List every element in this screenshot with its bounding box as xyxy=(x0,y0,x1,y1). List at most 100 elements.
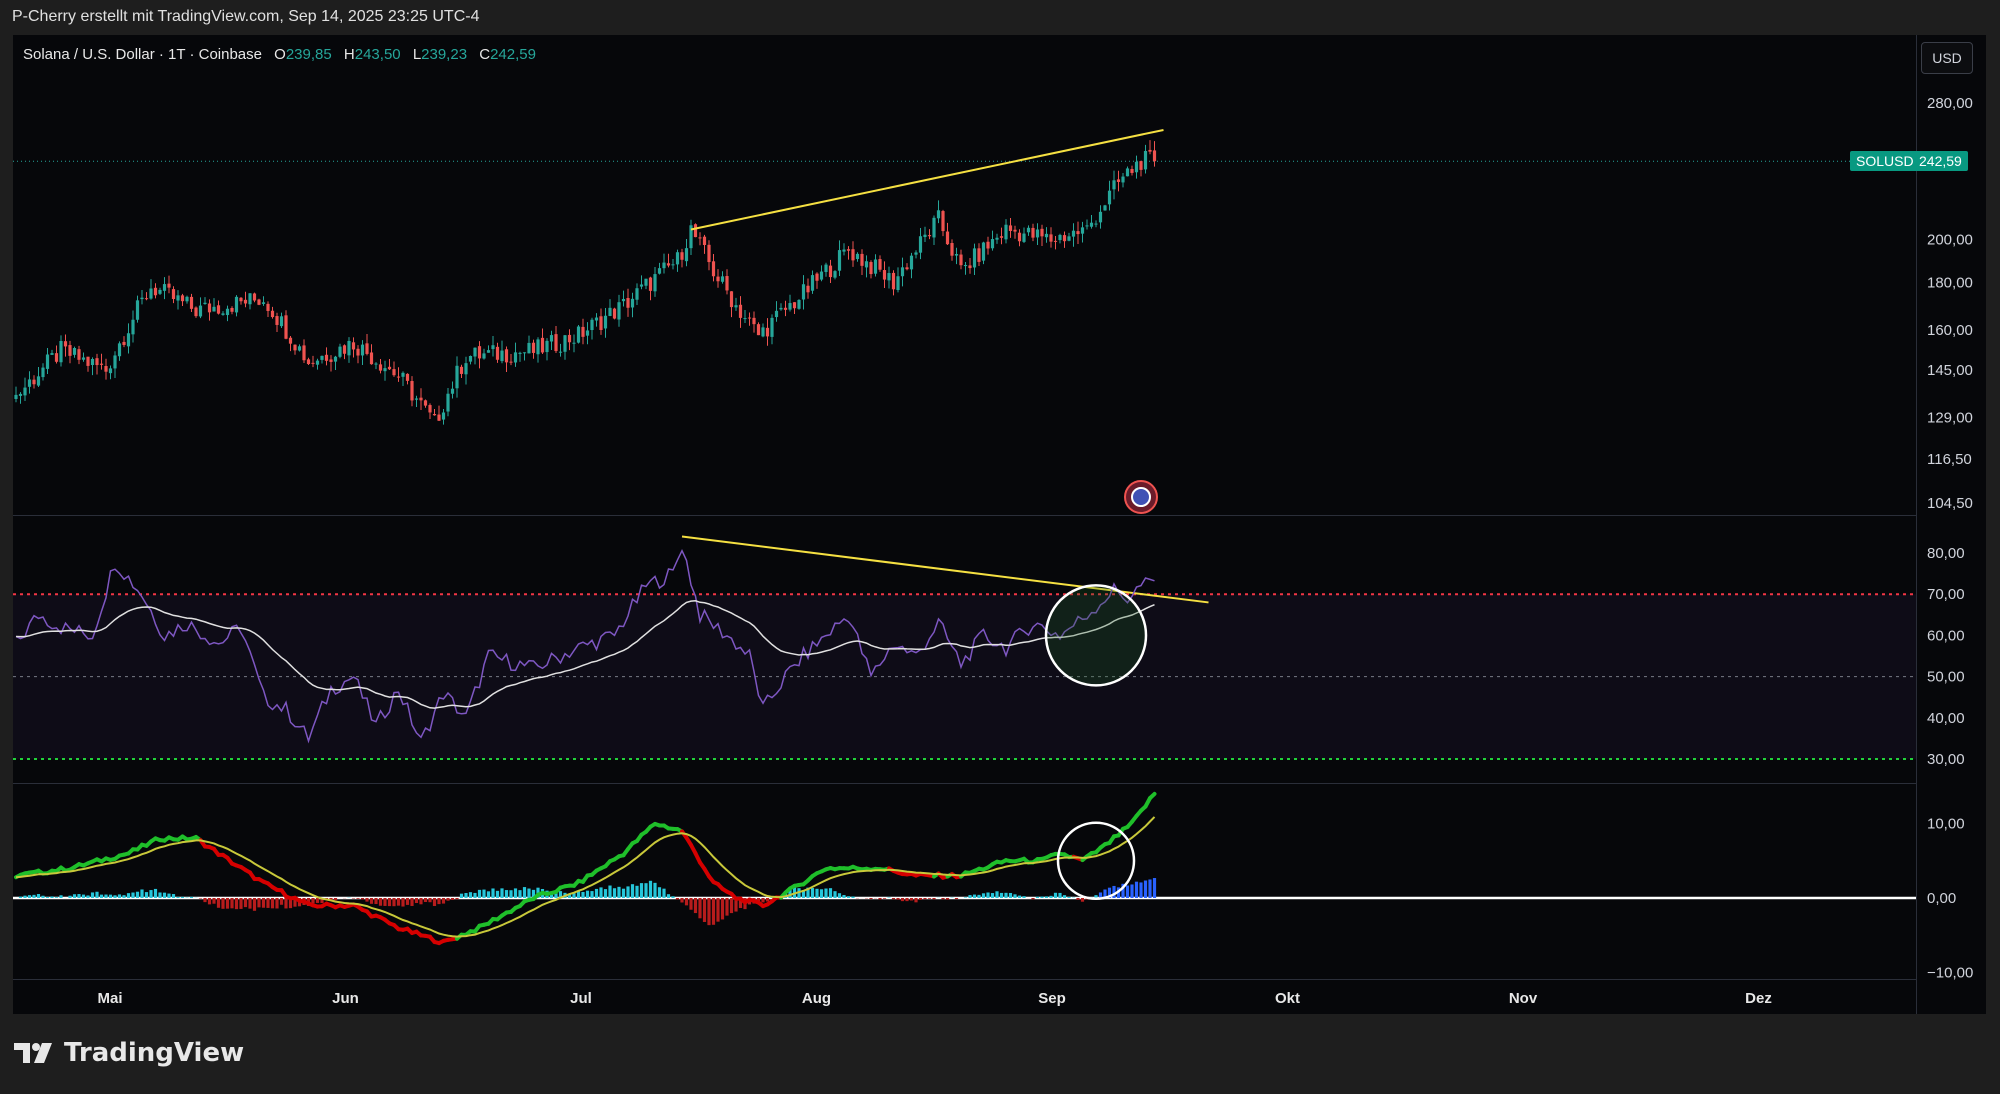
candle-body xyxy=(198,305,203,317)
price-axis-border xyxy=(1916,35,1917,1014)
histogram-bar xyxy=(428,898,432,903)
histogram-bar xyxy=(432,898,437,907)
histogram-bar xyxy=(387,898,392,907)
histogram-bar xyxy=(963,897,968,898)
candle-body xyxy=(527,342,531,354)
candle-body xyxy=(32,379,36,385)
candle-body xyxy=(608,307,612,316)
histogram-bar xyxy=(1148,879,1152,898)
candle-body xyxy=(347,340,351,356)
histogram-bar xyxy=(1139,882,1143,898)
histogram-bar xyxy=(275,898,279,909)
candle-body xyxy=(576,326,581,343)
candle-body xyxy=(657,268,662,274)
candle-body xyxy=(698,237,702,239)
candle-body xyxy=(941,211,945,232)
histogram-bar xyxy=(140,889,144,898)
time-axis-border xyxy=(13,979,1916,980)
candle-body xyxy=(500,350,504,362)
candle-body xyxy=(1148,149,1152,152)
histogram-bar xyxy=(725,898,729,916)
histogram-bar xyxy=(909,898,914,901)
candle-body xyxy=(666,263,671,266)
candle-body xyxy=(225,308,230,316)
candle-body xyxy=(1134,161,1139,173)
high-label: H xyxy=(343,46,355,63)
histogram-bar xyxy=(720,898,725,920)
candle-body xyxy=(117,343,122,357)
histogram-bar xyxy=(662,888,666,898)
candle-body xyxy=(842,249,846,252)
candle-body xyxy=(248,293,252,305)
candle-body xyxy=(1076,231,1080,235)
candle-body xyxy=(851,249,855,261)
candle-body xyxy=(410,381,414,401)
tradingview-logo[interactable]: TradingView xyxy=(14,1038,244,1068)
candle-body xyxy=(522,352,527,354)
histogram-bar xyxy=(846,896,851,898)
candle-body xyxy=(41,367,45,378)
candle-body xyxy=(1071,230,1076,237)
candle-body xyxy=(1085,225,1089,227)
candle-body xyxy=(1022,233,1026,242)
candle-body xyxy=(545,340,549,353)
histogram-bar xyxy=(473,892,477,898)
histogram-bar xyxy=(680,898,684,903)
candle-body xyxy=(864,261,869,268)
rsi-tick-label: 50,00 xyxy=(1927,669,1965,686)
histogram-bar xyxy=(36,894,41,898)
histogram-bar xyxy=(311,898,315,904)
histogram-bar xyxy=(405,898,410,905)
candle-body xyxy=(387,366,392,370)
time-tick-label: Jun xyxy=(332,990,359,1007)
candle-body xyxy=(167,283,171,288)
histogram-bar xyxy=(1067,896,1071,898)
candle-body xyxy=(725,276,729,291)
candle-body xyxy=(671,264,675,266)
candle-body xyxy=(927,235,932,237)
candle-body xyxy=(77,349,81,360)
time-tick-label: Aug xyxy=(802,990,831,1007)
chart-svg[interactable]: 280,00 200,00 180,00 160,00 145,00 129,00 116,… xyxy=(13,35,1986,1014)
candle-body xyxy=(1062,235,1067,242)
price-tick-label: 129,00 xyxy=(1927,410,1973,427)
candle-body xyxy=(1049,234,1053,242)
histogram-bar xyxy=(1040,896,1044,898)
histogram-bar xyxy=(378,898,383,906)
candle-body xyxy=(189,296,194,309)
candle-body xyxy=(999,236,1004,238)
histogram-bar xyxy=(1017,895,1022,898)
histogram-bar xyxy=(635,885,639,898)
candle-body xyxy=(419,397,423,401)
candle-body xyxy=(59,341,63,363)
price-tick-label: 180,00 xyxy=(1927,274,1973,291)
candle-body xyxy=(288,337,293,344)
chart-area[interactable]: 280,00 200,00 180,00 160,00 145,00 129,00 116,… xyxy=(13,35,1986,1014)
symbol-legend[interactable]: Solana / U.S. Dollar · 1T · Coinbase O23… xyxy=(23,46,536,63)
price-tick-label: 200,00 xyxy=(1927,232,1973,249)
histogram-bar xyxy=(122,895,126,898)
time-tick-label: Mai xyxy=(97,990,122,1007)
candle-body xyxy=(788,303,792,310)
candle-body xyxy=(243,299,248,304)
candle-body xyxy=(900,267,905,277)
candle-body xyxy=(806,285,810,293)
candle-body xyxy=(563,335,567,352)
candle-body xyxy=(383,368,387,372)
histogram-bar xyxy=(486,891,491,898)
currency-button[interactable]: USD xyxy=(1921,42,1973,74)
open-value: 239,85 xyxy=(285,46,332,63)
histogram-bar xyxy=(482,889,486,898)
histogram-bar xyxy=(423,898,428,902)
candle-body xyxy=(230,308,234,312)
candle-body xyxy=(518,352,522,354)
candle-body xyxy=(792,302,797,309)
candle-body xyxy=(171,289,176,300)
candle-body xyxy=(729,291,734,308)
histogram-bar xyxy=(86,895,90,898)
histogram-bar xyxy=(459,893,464,898)
candle-body xyxy=(356,348,360,356)
candle-body xyxy=(738,304,743,318)
candle-body xyxy=(81,357,86,360)
histogram-bar xyxy=(905,898,909,902)
